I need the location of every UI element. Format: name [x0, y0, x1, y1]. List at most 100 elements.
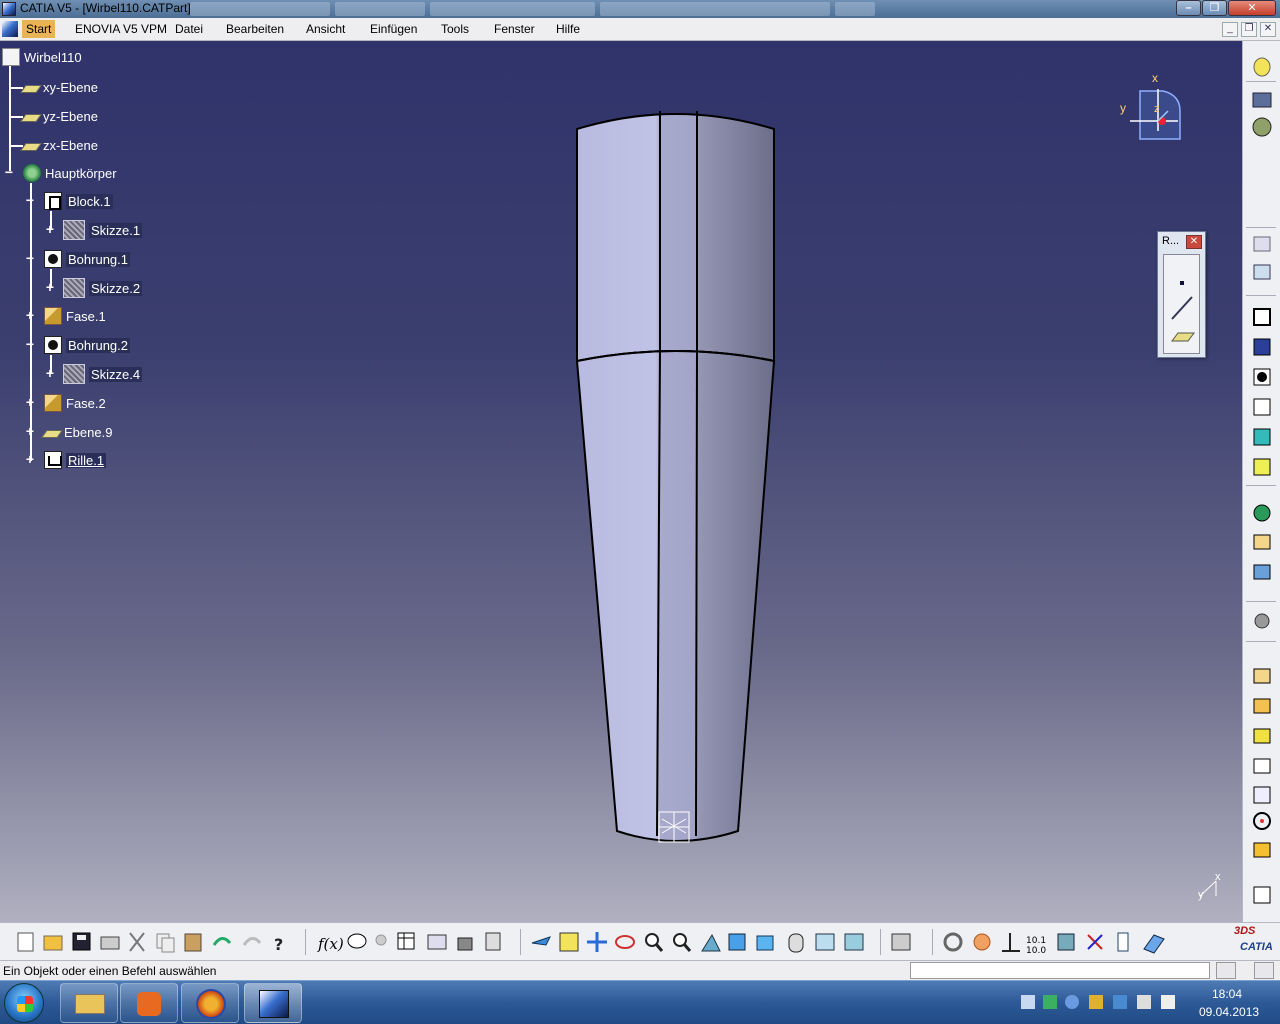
fit-all-icon[interactable]	[559, 932, 579, 952]
fillet-icon[interactable]	[1253, 534, 1271, 550]
apply-material-icon[interactable]	[1057, 933, 1075, 951]
doc-close-button[interactable]: ✕	[1260, 22, 1276, 37]
tree-expander[interactable]: +	[44, 280, 56, 294]
tree-item-feature[interactable]: Ebene.9	[41, 422, 112, 442]
target-icon[interactable]	[1253, 812, 1271, 830]
status-button[interactable]	[1254, 962, 1274, 979]
line-icon[interactable]	[1171, 296, 1193, 320]
tree-expand-icon[interactable]	[427, 934, 447, 950]
surface-based-icon[interactable]	[1253, 504, 1271, 522]
axis-system-icon[interactable]	[1002, 933, 1020, 952]
clock-date[interactable]: 09.04.2013	[1199, 1005, 1259, 1019]
tray-icon[interactable]	[1043, 995, 1057, 1009]
knowledge-icon[interactable]	[347, 933, 367, 949]
hide-show-icon[interactable]	[815, 933, 835, 951]
tree-expander[interactable]: −	[24, 337, 36, 351]
tray-icon[interactable]	[1113, 995, 1127, 1009]
hole-icon[interactable]	[1253, 368, 1271, 386]
3d-viewport[interactable]: x y Wirbel110 xy-Ebene yz-Ebene zx-Ebene…	[0, 41, 1242, 922]
thickness-icon[interactable]	[1253, 698, 1271, 714]
title-bar[interactable]: CATIA V5 - [Wirbel110.CATPart] – ❐ ✕	[0, 0, 1280, 18]
menu-datei[interactable]: Datei	[175, 22, 203, 36]
minimize-button[interactable]: –	[1176, 0, 1201, 16]
tree-expander[interactable]: +	[44, 366, 56, 380]
tree-item-body[interactable]: Hauptkörper	[23, 163, 117, 183]
exit-workbench-icon[interactable]	[1252, 92, 1272, 108]
doc-minimize-button[interactable]: _	[1222, 22, 1238, 37]
tree-expander[interactable]: −	[24, 251, 36, 265]
shading-icon[interactable]	[788, 933, 804, 953]
tree-item-feature[interactable]: Fase.2	[44, 393, 106, 413]
status-button[interactable]	[1216, 962, 1236, 979]
help-icon[interactable]: ?	[274, 935, 283, 954]
menu-enovia[interactable]: ENOVIA V5 VPM	[75, 22, 167, 36]
tree-item-feature[interactable]: Bohrung.2	[44, 335, 130, 355]
chamfer-icon[interactable]	[1253, 668, 1271, 684]
media-player-task-button[interactable]	[120, 983, 178, 1023]
tree-expander[interactable]: +	[24, 395, 36, 409]
zoom-in-icon[interactable]	[645, 933, 664, 952]
multi-section-icon[interactable]	[1253, 458, 1271, 476]
command-input[interactable]	[910, 962, 1210, 979]
tree-expander[interactable]: +	[24, 424, 36, 438]
doc-restore-button[interactable]: ❐	[1241, 22, 1257, 37]
plane-icon[interactable]	[1171, 332, 1195, 342]
menu-fenster[interactable]: Fenster	[494, 22, 535, 36]
floating-toolbar-close-button[interactable]: ✕	[1186, 235, 1202, 249]
paste-icon[interactable]	[184, 933, 202, 952]
remove-face-icon[interactable]	[1253, 786, 1271, 804]
bulb-icon[interactable]	[375, 934, 387, 946]
specification-tree[interactable]: Wirbel110 xy-Ebene yz-Ebene zx-Ebene − H…	[0, 41, 260, 481]
tree-item-root[interactable]: Wirbel110	[2, 47, 82, 67]
tree-expander[interactable]: +	[24, 308, 36, 322]
point-icon[interactable]	[1180, 281, 1184, 285]
new-icon[interactable]	[17, 932, 34, 952]
update-icon[interactable]	[943, 932, 963, 952]
tree-item-feature[interactable]: Fase.1	[44, 306, 106, 326]
iso-view-icon[interactable]	[756, 935, 774, 951]
explorer-task-button[interactable]	[60, 983, 118, 1023]
view-icon[interactable]	[1253, 236, 1271, 252]
sketch-icon[interactable]	[1253, 57, 1271, 77]
catia-app-icon[interactable]	[2, 2, 16, 16]
view-2-icon[interactable]	[1253, 264, 1271, 280]
tree-item-plane[interactable]: zx-Ebene	[20, 135, 98, 155]
clock-time[interactable]: 18:04	[1212, 987, 1242, 1001]
tree-expander[interactable]: +	[24, 452, 36, 466]
tree-item-sketch[interactable]: Skizze.4	[63, 364, 143, 384]
catia-menu-icon[interactable]	[2, 21, 18, 37]
fly-icon[interactable]	[531, 936, 551, 946]
table-icon[interactable]	[397, 932, 415, 950]
start-orb-icon[interactable]	[4, 983, 44, 1023]
redo-icon[interactable]	[242, 937, 262, 946]
gear-icon[interactable]	[1254, 613, 1270, 629]
normal-view-icon[interactable]	[701, 933, 721, 952]
tapered-shank[interactable]	[575, 350, 776, 842]
rotate-icon[interactable]	[615, 935, 635, 949]
tree-item-feature[interactable]: Rille.1	[44, 450, 107, 470]
menu-tools[interactable]: Tools	[441, 22, 469, 36]
catalog-icon[interactable]	[891, 933, 911, 951]
tree-item-feature[interactable]: Bohrung.1	[44, 249, 130, 269]
undo-icon[interactable]	[212, 937, 232, 946]
cut-icon[interactable]	[129, 932, 145, 952]
catia-task-button[interactable]	[244, 983, 302, 1023]
formula-icon[interactable]: f(x)	[317, 935, 344, 953]
flag-icon[interactable]	[1161, 995, 1175, 1009]
menu-start[interactable]: Start	[22, 20, 56, 38]
menu-einfuegen[interactable]: Einfügen	[370, 22, 417, 36]
zoom-out-icon[interactable]	[673, 933, 692, 952]
shaft-icon[interactable]	[1253, 338, 1271, 356]
tray-icon[interactable]	[1065, 995, 1079, 1009]
workbench-switch-icon[interactable]	[1252, 117, 1272, 137]
menu-bearbeiten[interactable]: Bearbeiten	[226, 22, 284, 36]
hand-icon[interactable]	[973, 933, 991, 951]
tree-item-plane[interactable]: xy-Ebene	[20, 77, 98, 97]
tree-expander[interactable]: +	[44, 222, 56, 236]
shell-icon[interactable]	[1253, 728, 1271, 744]
measure-icon[interactable]: 10.110.0	[1026, 936, 1046, 956]
menu-hilfe[interactable]: Hilfe	[556, 22, 580, 36]
transform-icon[interactable]	[1253, 842, 1271, 858]
pan-icon[interactable]	[587, 932, 607, 952]
upper-cylinder[interactable]	[576, 113, 775, 363]
